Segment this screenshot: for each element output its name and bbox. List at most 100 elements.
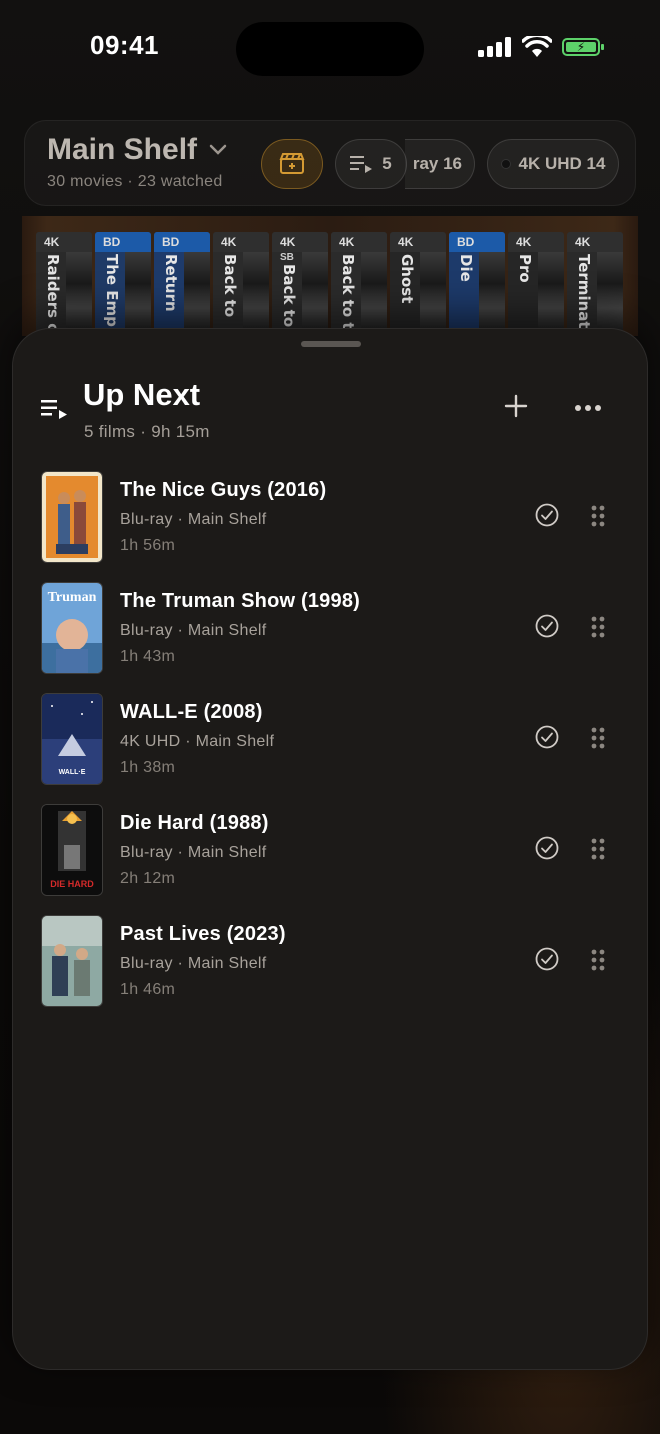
spine-title: Back to (280, 264, 298, 328)
queue-icon (350, 156, 373, 173)
spine-art (243, 252, 269, 332)
mark-watched-icon[interactable] (535, 503, 559, 527)
spine-format: 4K (567, 232, 623, 252)
spine-art (125, 252, 151, 332)
queue-item[interactable]: Truman The Truman Show (1998) Blu-ray · Ma… (13, 582, 649, 693)
movie-title: WALL-E (2008) (120, 701, 263, 723)
shelf-spine[interactable]: 4K Raiders of (36, 232, 92, 332)
queue-item[interactable]: The Nice Guys (2016) Blu-ray · Main Shelf… (13, 471, 649, 582)
spine-art (597, 252, 623, 332)
spine-title: Raiders of (44, 254, 62, 332)
queue-item[interactable]: DIE HARD Die Hard (1988) Blu-ray · Main Sh… (13, 804, 649, 915)
spine-title: Ghost (398, 254, 416, 304)
movie-poster[interactable] (41, 915, 103, 1007)
spine-format: BD (449, 232, 505, 252)
drag-handle-icon[interactable] (591, 949, 605, 971)
shelf-spine[interactable]: 4K Back to th (331, 232, 387, 332)
status-time: 09:41 (90, 30, 159, 60)
more-options-button[interactable] (573, 393, 603, 423)
shelf-spines: 4K Raiders of BD The Empire BD Return 4K Back t… (36, 232, 626, 332)
mark-watched-icon[interactable] (535, 836, 559, 860)
spine-format: 4K (390, 232, 446, 252)
chevron-down-icon (209, 144, 227, 155)
poster-art (42, 472, 102, 562)
mark-watched-icon[interactable] (535, 947, 559, 971)
up-next-sheet: Up Next 5 films · 9h 15m The Nice Guys (… (12, 328, 648, 1370)
spine-format: 4K (508, 232, 564, 252)
spine-title: Terminator (575, 254, 593, 332)
drag-handle-icon[interactable] (591, 505, 605, 527)
spine-art (361, 252, 387, 332)
spine-art (420, 252, 446, 332)
spine-art (302, 252, 328, 332)
poster-title: Truman (48, 590, 97, 605)
wifi-icon (522, 36, 552, 57)
spine-title: Die (457, 254, 475, 282)
movie-title: Die Hard (1988) (120, 812, 269, 834)
spine-format: BD (95, 232, 151, 252)
movie-poster[interactable]: WALL·E (41, 693, 103, 785)
movie-poster[interactable]: Truman (41, 582, 103, 674)
spine-art (66, 252, 92, 332)
spine-art (184, 252, 210, 332)
mark-watched-icon[interactable] (535, 614, 559, 638)
format-dot-icon (500, 159, 511, 169)
movie-duration: 2h 12m (120, 870, 176, 887)
queue-item[interactable]: WALL·E WALL-E (2008) 4K UHD · Main Shelf 1h… (13, 693, 649, 804)
movie-shelf: 4K Raiders of BD The Empire BD Return 4K Back t… (22, 216, 638, 336)
shelf-spine[interactable]: 4K Pro (508, 232, 564, 332)
shelf-selector[interactable]: Main Shelf 30 movies · 23 watched (47, 133, 227, 191)
movie-duration: 1h 46m (120, 981, 176, 998)
bluray-filter-button[interactable]: ray 16 (405, 139, 475, 189)
shelf-title: Main Shelf (47, 133, 198, 166)
shelf-spine[interactable]: 4K SB Back to (272, 232, 328, 332)
shelf-spine[interactable]: 4K Terminator (567, 232, 623, 332)
signal-icon (478, 37, 511, 57)
shelf-spine[interactable]: BD The Empire (95, 232, 151, 332)
shelf-spine[interactable]: BD Die (449, 232, 505, 332)
queue-count: 5 (382, 154, 392, 173)
spine-title: The Empire (103, 254, 121, 332)
shelf-header: Main Shelf 30 movies · 23 watched 5 ray … (24, 120, 636, 206)
movie-title: The Nice Guys (2016) (120, 479, 327, 501)
movie-poster[interactable] (41, 471, 103, 563)
poster-art (42, 916, 102, 1006)
shelf-subtitle: 30 movies · 23 watched (47, 173, 223, 190)
dynamic-island (236, 22, 424, 76)
movie-poster[interactable]: DIE HARD (41, 804, 103, 896)
spine-format: 4K (213, 232, 269, 252)
drag-handle-icon[interactable] (591, 616, 605, 638)
ellipsis-icon (575, 405, 601, 411)
shelf-spine[interactable]: 4K Ghost (390, 232, 446, 332)
sheet-grabber[interactable] (301, 341, 361, 347)
spine-title: Back to (221, 254, 239, 318)
shelf-spine[interactable]: 4K Back to (213, 232, 269, 332)
bluray-filter-label: ray 16 (412, 154, 462, 173)
movie-meta: Blu-ray · Main Shelf (120, 511, 267, 528)
mark-watched-icon[interactable] (535, 725, 559, 749)
queue-filter-button[interactable]: 5 (335, 139, 407, 189)
drag-handle-icon[interactable] (591, 727, 605, 749)
queue-list: The Nice Guys (2016) Blu-ray · Main Shelf… (13, 471, 649, 1026)
spine-title: Back to th (339, 254, 357, 332)
movie-meta: Blu-ray · Main Shelf (120, 622, 267, 639)
poster-title: WALL·E (59, 769, 86, 776)
movie-duration: 1h 56m (120, 537, 176, 554)
movie-duration: 1h 43m (120, 648, 176, 665)
poster-art: Truman (42, 583, 102, 673)
poster-title: DIE HARD (50, 879, 94, 889)
drag-handle-icon[interactable] (591, 838, 605, 860)
shelf-spine[interactable]: BD Return (154, 232, 210, 332)
spine-format: 4K (272, 232, 328, 252)
spine-sb-label: SB (280, 252, 294, 263)
status-icons: ⚡ (478, 36, 604, 58)
uhd-filter-button[interactable]: 4K UHD 14 (487, 139, 619, 189)
film-slate-button[interactable] (261, 139, 323, 189)
movie-duration: 1h 38m (120, 759, 176, 776)
sheet-subtitle: 5 films · 9h 15m (84, 422, 210, 441)
poster-art: DIE HARD (42, 805, 102, 895)
movie-meta: Blu-ray · Main Shelf (120, 955, 267, 972)
queue-item[interactable]: Past Lives (2023) Blu-ray · Main Shelf 1h … (13, 915, 649, 1026)
add-to-queue-button[interactable] (501, 391, 531, 421)
movie-title: Past Lives (2023) (120, 923, 286, 945)
